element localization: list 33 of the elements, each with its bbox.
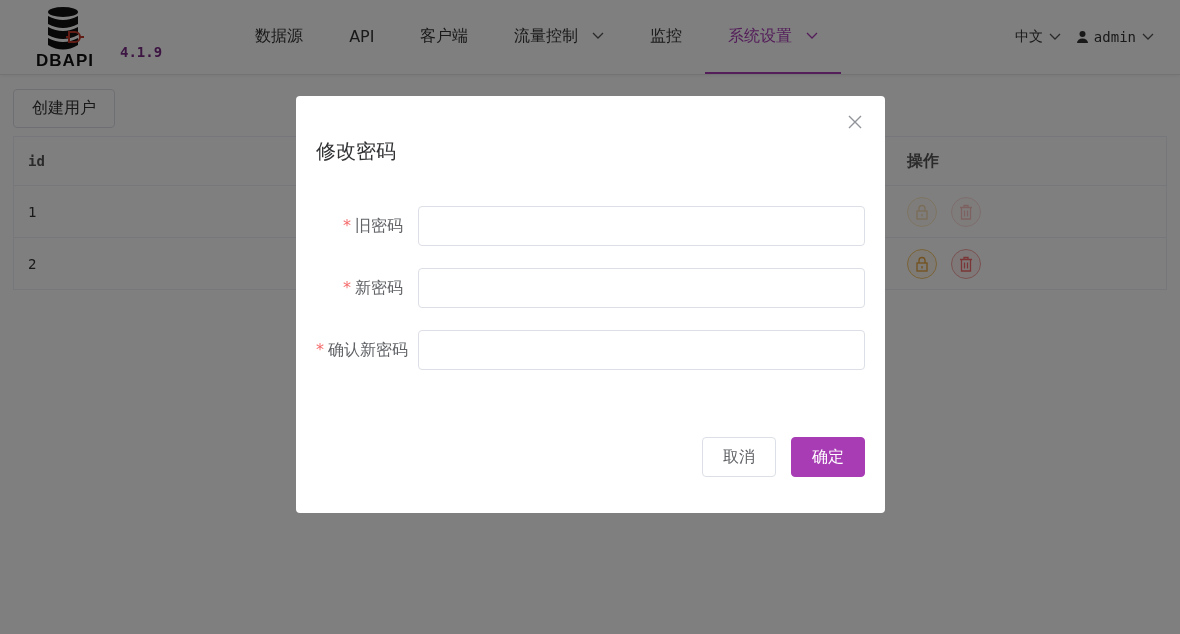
- nav-tab[interactable]: 客户端: [397, 0, 492, 74]
- nav-tab[interactable]: 数据源: [232, 0, 327, 74]
- field-label: * 旧密码: [342, 215, 404, 237]
- confirm-button[interactable]: 确定: [791, 437, 865, 477]
- password-field[interactable]: [418, 206, 865, 246]
- delete-button[interactable]: [951, 248, 981, 279]
- user-menu[interactable]: admin: [1076, 29, 1154, 45]
- field-label: * 确认新密码: [316, 339, 409, 361]
- nav-tab[interactable]: 系统设置: [705, 0, 842, 74]
- version-label: 4.1.9: [120, 44, 163, 60]
- password-field[interactable]: [418, 268, 865, 308]
- cancel-button[interactable]: 取消: [702, 437, 776, 477]
- column-header: id: [27, 153, 46, 169]
- lock-button[interactable]: [907, 248, 937, 279]
- create-user-button[interactable]: 创建用户: [13, 89, 115, 128]
- field-label: * 新密码: [342, 277, 404, 299]
- nav-tab[interactable]: API: [326, 0, 398, 74]
- lock-icon: [915, 255, 929, 272]
- nav-tab[interactable]: 监控: [627, 0, 706, 74]
- column-header: 操作: [905, 150, 940, 172]
- table-cell-text: 1: [27, 203, 38, 220]
- table-cell-text: 2: [27, 255, 38, 272]
- trash-icon: [959, 255, 973, 272]
- dialog-title: 修改密码: [316, 138, 397, 165]
- close-icon[interactable]: [847, 114, 863, 130]
- password-field[interactable]: [418, 330, 865, 370]
- logo-text: DBAPI: [36, 51, 94, 69]
- caret-icon: [1142, 33, 1154, 41]
- caret-icon: [1048, 33, 1061, 41]
- user-icon: [1076, 31, 1088, 43]
- database-logo-icon: [45, 5, 85, 52]
- language-menu[interactable]: 中文: [1014, 28, 1061, 46]
- nav-tab[interactable]: 流量控制: [491, 0, 628, 74]
